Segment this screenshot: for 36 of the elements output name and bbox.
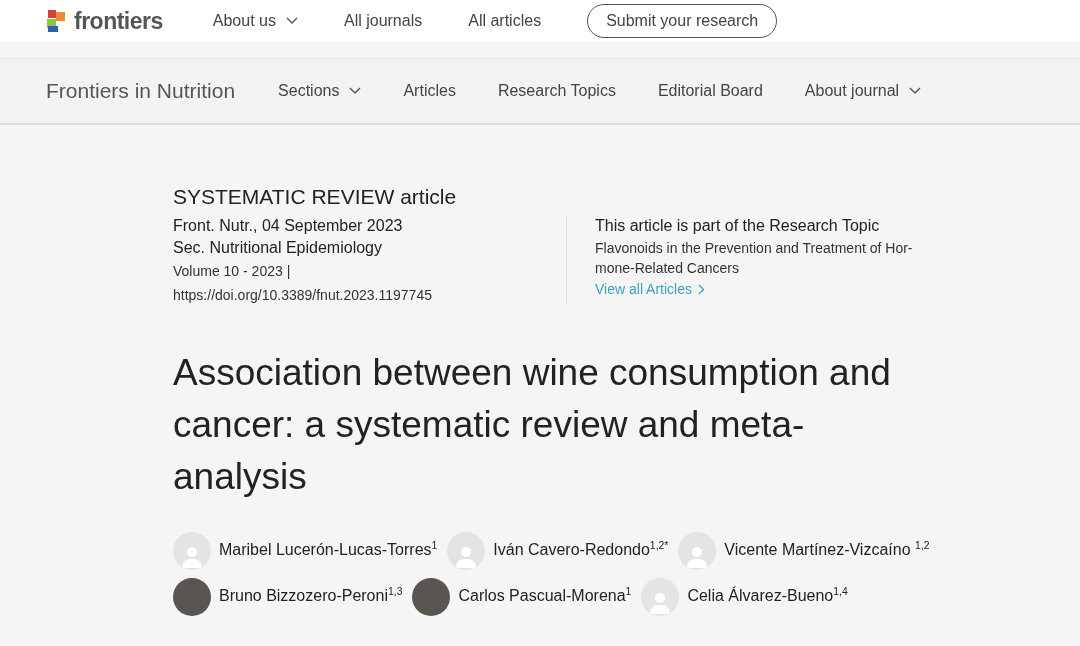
photo-placeholder [412,577,451,616]
author-name[interactable]: Vicente Martínez-Vizcaíno $^{1,2}$ [724,541,930,558]
research-topic-heading: This article is part of the Research Topic [595,217,881,235]
author-name[interactable]: Carlos Pascual-Morena$^{1}$ [458,587,632,604]
chevron-down-icon [285,17,298,25]
nav-link[interactable]: Sections [278,82,362,100]
article-title: Association between wine consumption and cancer: a systematic review and meta-analysis [173,351,892,499]
frontiers-logo[interactable]: frontiers [46,7,163,35]
nav-link[interactable]: About journal [804,82,922,100]
nav-link[interactable]: Editorial Board [657,82,763,100]
nav-link[interactable]: Articles [403,82,456,100]
article-type: SYSTEMATIC REVIEW article [173,185,458,209]
research-topic-name: Flavonoids in the Prevention and Treatment of Hor-mone-Related Cancers [595,239,914,278]
nav-link[interactable]: Research Topics [497,82,616,100]
photo-placeholder [173,577,211,616]
nav-link[interactable]: All articles [468,12,542,30]
journal-date: Front. Nutr., 04 September 2023 [173,217,404,235]
journal-title[interactable]: Frontiers in Nutrition [46,79,236,103]
nav-link[interactable]: All journals [343,12,423,30]
chevron-right-icon [698,283,705,295]
avatar-icon [447,531,486,570]
doi-text: https://doi.org/10.3389/fnut.2023.1197745 [173,286,433,305]
logo-icon [46,8,68,34]
chevron-down-icon [909,87,922,95]
avatar-icon [678,531,717,570]
author-name[interactable]: Celia Álvarez-Bueno$^{1,4}$ [687,587,848,604]
avatar-icon [641,577,680,616]
author-name[interactable]: Maribel Lucerón-Lucas-Torres$^{1}$ [219,541,438,558]
author-name[interactable]: Bruno Bizzozero-Peroni$^{1,3}$ [219,587,403,604]
section-name: Sec. Nutritional Epidemiology [173,239,383,257]
volume-text: Volume 10 - 2023 | [173,262,292,281]
author-name[interactable]: Iván Cavero-Redondo$^{1,2*}$ [493,541,669,558]
submit-button[interactable]: Submit your research [587,4,778,38]
avatar-icon [173,531,211,570]
nav-link[interactable]: About us [212,12,298,30]
chevron-down-icon [349,87,362,95]
